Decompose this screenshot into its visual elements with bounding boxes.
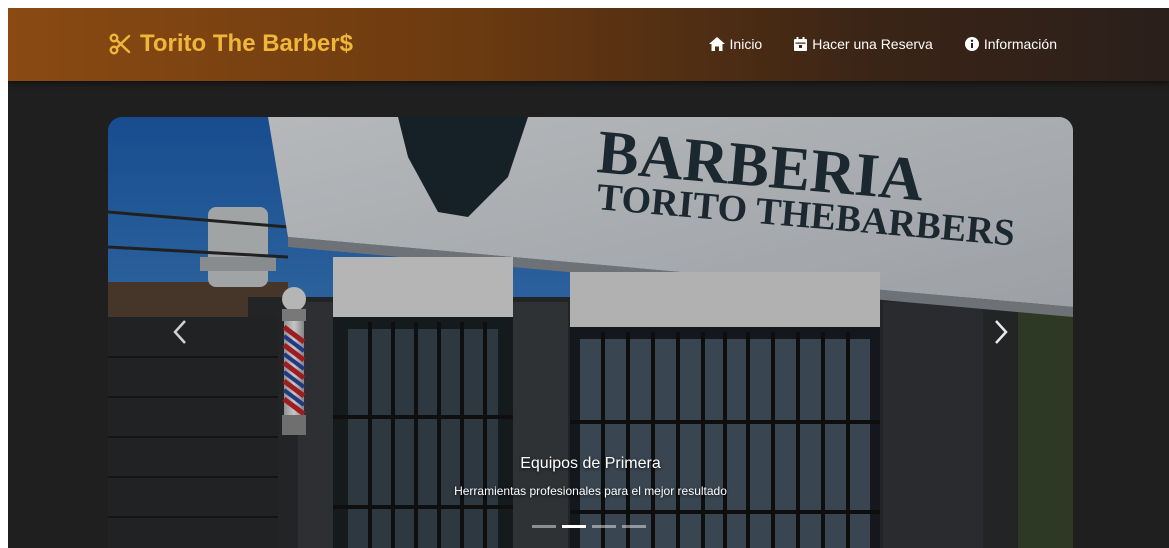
carousel-caption-title: Equipos de Primera xyxy=(520,455,661,472)
home-icon xyxy=(708,37,725,51)
nav-inicio[interactable]: Inicio xyxy=(708,36,763,52)
carousel-indicator[interactable] xyxy=(532,525,556,528)
brand-logo[interactable]: Torito The Barber$ xyxy=(108,30,353,58)
carousel-indicator[interactable] xyxy=(592,525,616,528)
carousel-indicators xyxy=(532,525,646,528)
scissors-icon xyxy=(108,32,132,56)
navbar: Torito The Barber$ Inicio Hacer una Rese… xyxy=(8,8,1169,81)
nav-label: Información xyxy=(983,36,1057,52)
carousel-next-button[interactable] xyxy=(981,307,1021,357)
carousel-caption-text: Herramientas profesionales para el mejor… xyxy=(454,484,727,498)
carousel-indicator[interactable] xyxy=(622,525,646,528)
calendar-icon xyxy=(794,37,808,51)
nav-informacion[interactable]: Información xyxy=(964,36,1057,52)
main-nav: Inicio Hacer una Reserva Información xyxy=(708,36,1057,52)
info-icon xyxy=(964,37,979,51)
nav-label: Hacer una Reserva xyxy=(812,36,933,52)
hero-carousel: BARBERIA TORITO THEBARBERS xyxy=(108,117,1073,548)
nav-label: Inicio xyxy=(729,36,763,52)
carousel-prev-button[interactable] xyxy=(160,307,200,357)
brand-name: Torito The Barber$ xyxy=(140,30,353,57)
chevron-right-icon xyxy=(995,320,1008,344)
carousel-indicator[interactable] xyxy=(562,525,586,528)
nav-reserva[interactable]: Hacer una Reserva xyxy=(794,36,933,52)
chevron-left-icon xyxy=(173,320,186,344)
page: Torito The Barber$ Inicio Hacer una Rese… xyxy=(8,8,1169,548)
